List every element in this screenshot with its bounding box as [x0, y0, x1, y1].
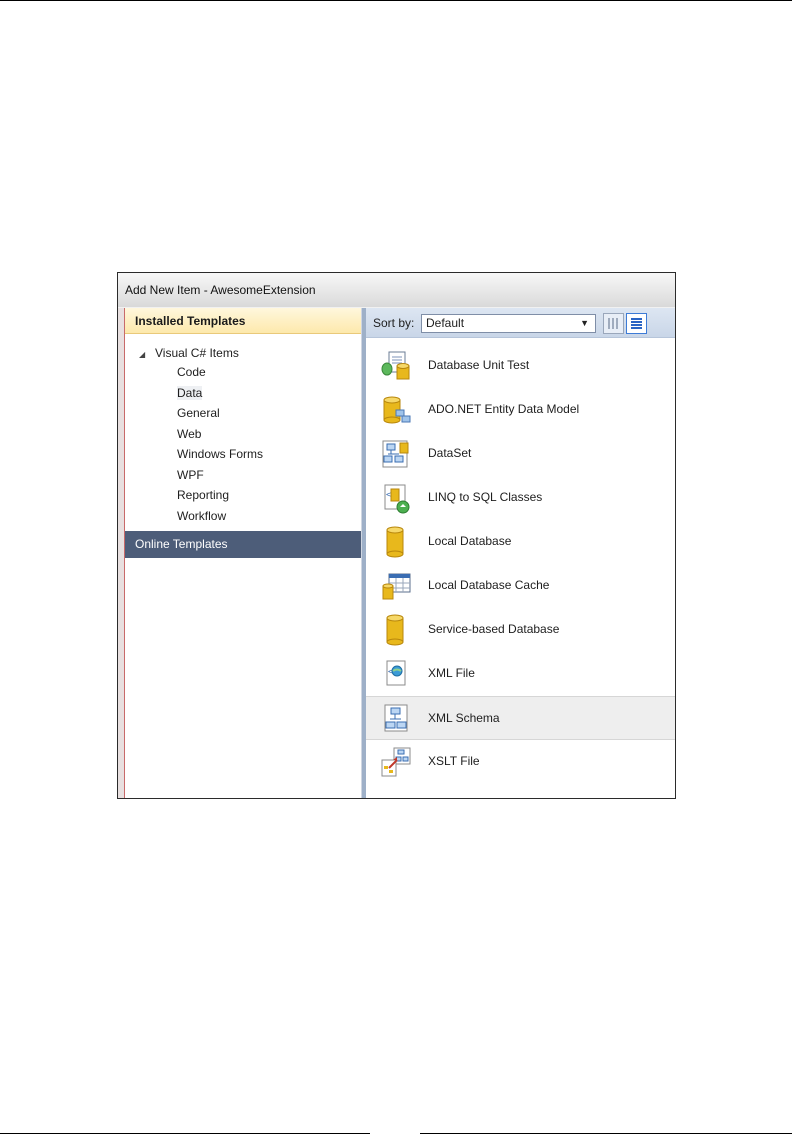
large-icons-view-button[interactable] [603, 313, 624, 334]
local-database-cache-icon [382, 573, 411, 600]
tree-item-label: Workflow [177, 508, 227, 523]
tree-item-wpf[interactable]: WPF [125, 465, 361, 486]
template-label: XSLT File [428, 754, 480, 768]
template-service-based-database[interactable]: Service-based Database [366, 608, 675, 652]
tree-item-general[interactable]: General [125, 403, 361, 424]
tree-item-label: General [177, 406, 220, 420]
window-title: Add New Item - AwesomeExtension [118, 273, 675, 307]
tree-item-label: Web [177, 426, 202, 441]
installed-templates-header[interactable]: Installed Templates [125, 308, 361, 334]
page-bottom-rule-left [0, 1133, 370, 1134]
tree-root-visual-csharp-items[interactable]: ◢ Visual C# Items [125, 344, 361, 362]
xml-schema-icon [384, 704, 408, 732]
xml-file-icon: < [386, 660, 406, 686]
tree-item-code[interactable]: Code [125, 362, 361, 383]
local-database-icon [386, 526, 404, 558]
chevron-down-icon: ▼ [580, 318, 589, 328]
sort-by-label: Sort by: [373, 316, 415, 330]
template-list: Database Unit Test ADO.NET Entity Data M… [366, 344, 675, 784]
expand-triangle-icon[interactable]: ◢ [139, 346, 155, 364]
sort-by-dropdown[interactable]: Default ▼ [421, 314, 596, 333]
dataset-icon [382, 440, 409, 468]
list-view-icon [631, 318, 642, 329]
service-based-database-icon [386, 614, 404, 646]
template-label: Local Database [428, 534, 512, 548]
tree-root-label: Visual C# Items [155, 346, 239, 360]
template-xml-file[interactable]: < XML File [366, 652, 675, 696]
xslt-file-icon [381, 747, 411, 777]
online-templates-header[interactable]: Online Templates [125, 531, 361, 558]
add-new-item-dialog: Add New Item - AwesomeExtension Installe… [117, 272, 676, 799]
template-label: XML File [428, 666, 475, 680]
tree-item-web[interactable]: Web [125, 424, 361, 445]
template-local-database[interactable]: Local Database [366, 520, 675, 564]
template-label: Database Unit Test [428, 358, 530, 372]
template-dataset[interactable]: DataSet [366, 432, 675, 476]
template-xml-schema[interactable]: XML Schema [366, 696, 675, 740]
list-view-button[interactable] [626, 313, 647, 334]
svg-text:<: < [386, 490, 391, 499]
entity-data-model-icon [383, 396, 411, 424]
templates-panel: Sort by: Default ▼ Database Unit Test AD… [366, 308, 675, 798]
database-unit-test-icon [381, 351, 410, 380]
linq-to-sql-icon: < [384, 484, 410, 514]
tree-item-label: Code [177, 365, 206, 379]
page-bottom-rule-right [420, 1133, 792, 1134]
tree-item-label: WPF [177, 467, 204, 482]
template-label: Service-based Database [428, 622, 560, 636]
tree-item-label: Data [177, 385, 203, 400]
category-tree: ◢ Visual C# Items Code Data General Web W… [125, 334, 361, 526]
sort-toolbar: Sort by: Default ▼ [366, 308, 675, 338]
template-database-unit-test[interactable]: Database Unit Test [366, 344, 675, 388]
template-xslt-file[interactable]: XSLT File [366, 740, 675, 784]
tree-item-data[interactable]: Data [125, 383, 361, 404]
large-icons-view-icon [608, 318, 619, 329]
template-label: ADO.NET Entity Data Model [428, 402, 580, 416]
template-label: Local Database Cache [428, 578, 550, 592]
tree-item-windows-forms[interactable]: Windows Forms [125, 444, 361, 465]
template-label: XML Schema [428, 711, 500, 725]
template-local-database-cache[interactable]: Local Database Cache [366, 564, 675, 608]
tree-item-label: Windows Forms [177, 447, 264, 461]
template-ado-net-entity-data-model[interactable]: ADO.NET Entity Data Model [366, 388, 675, 432]
template-categories-panel: Installed Templates ◢ Visual C# Items Cod… [124, 308, 362, 798]
template-linq-to-sql-classes[interactable]: < LINQ to SQL Classes [366, 476, 675, 520]
tree-item-label: Reporting [177, 488, 230, 502]
template-label: LINQ to SQL Classes [428, 490, 543, 504]
tree-item-reporting[interactable]: Reporting [125, 485, 361, 506]
page-top-rule [0, 0, 792, 1]
template-label: DataSet [428, 446, 472, 460]
tree-item-workflow[interactable]: Workflow [125, 506, 361, 527]
sort-by-value: Default [426, 316, 465, 330]
